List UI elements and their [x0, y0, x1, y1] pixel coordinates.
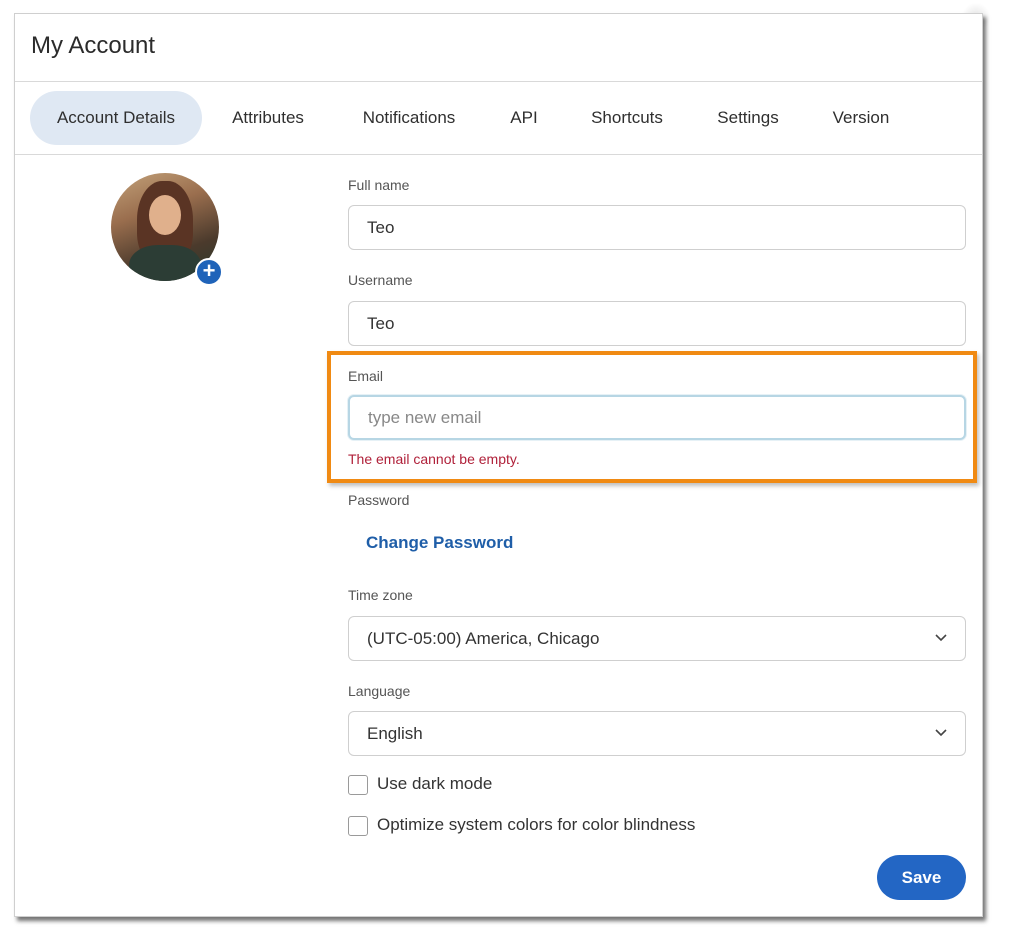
color-blindness-checkbox[interactable] — [348, 816, 368, 836]
dark-mode-label: Use dark mode — [377, 774, 493, 793]
tab-account-details[interactable]: Account Details — [30, 91, 202, 145]
change-password-link[interactable]: Change Password — [366, 533, 513, 553]
email-error-message: The email cannot be empty. — [348, 451, 520, 467]
language-select[interactable]: English — [348, 711, 966, 756]
username-label: Username — [348, 272, 413, 288]
tab-settings[interactable]: Settings — [704, 91, 792, 145]
dialog-header: My Account — [15, 14, 982, 82]
tab-version[interactable]: Version — [820, 91, 902, 145]
tab-attributes[interactable]: Attributes — [216, 91, 320, 145]
email-label: Email — [348, 368, 384, 384]
time-zone-label: Time zone — [348, 587, 413, 603]
dark-mode-checkbox[interactable] — [348, 775, 368, 795]
tab-shortcuts[interactable]: Shortcuts — [578, 91, 676, 145]
add-photo-icon[interactable]: + — [195, 258, 223, 286]
tab-notifications[interactable]: Notifications — [346, 91, 472, 145]
time-zone-select[interactable]: (UTC-05:00) America, Chicago — [348, 616, 966, 661]
my-account-dialog: My Account Account Details Attributes No… — [14, 13, 983, 917]
language-label: Language — [348, 683, 411, 699]
time-zone-value: (UTC-05:00) America, Chicago — [367, 629, 600, 648]
full-name-label: Full name — [348, 177, 410, 193]
email-field[interactable] — [348, 395, 966, 440]
save-button[interactable]: Save — [877, 855, 966, 900]
avatar-face — [149, 195, 181, 235]
language-value: English — [367, 724, 423, 743]
avatar-body — [129, 245, 201, 281]
color-blindness-label: Optimize system colors for color blindne… — [377, 815, 696, 834]
dialog-title: My Account — [31, 32, 156, 59]
username-field[interactable]: Teo — [348, 301, 966, 346]
password-label: Password — [348, 492, 410, 508]
tab-bar: Account Details Attributes Notifications… — [15, 82, 982, 155]
chevron-down-icon — [935, 712, 947, 737]
tab-api[interactable]: API — [496, 91, 552, 145]
chevron-down-icon — [935, 617, 947, 642]
full-name-field[interactable]: Teo — [348, 205, 966, 250]
